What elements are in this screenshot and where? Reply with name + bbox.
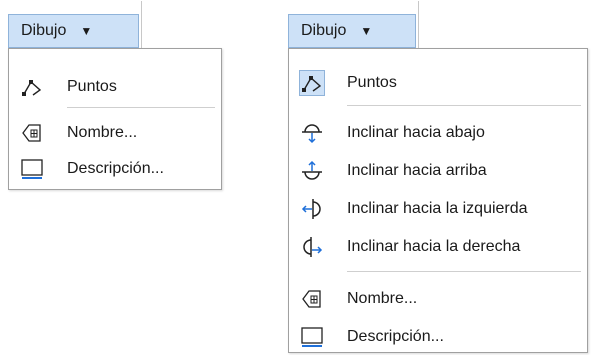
description-icon — [299, 324, 325, 350]
menu-separator — [67, 107, 215, 108]
menu-item-inclinar-abajo[interactable]: Inclinar hacia abajo — [289, 115, 587, 151]
menu-item-puntos[interactable]: Puntos — [9, 69, 221, 105]
glue-up-icon — [299, 158, 325, 184]
menu-item-label: Descripción... — [347, 328, 444, 345]
menu-separator — [347, 271, 581, 272]
menu-item-descripcion[interactable]: Descripción... — [289, 319, 587, 355]
menu-item-puntos[interactable]: Puntos — [289, 65, 587, 101]
dibujo-menu-label: Dibujo — [301, 22, 347, 39]
menu-item-label: Nombre... — [67, 124, 138, 141]
chevron-down-icon: ▼ — [80, 24, 93, 38]
dibujo-menu-label: Dibujo — [21, 22, 67, 39]
menu-item-label: Inclinar hacia la izquierda — [347, 200, 528, 217]
name-icon — [299, 286, 325, 312]
dibujo-dropdown: Puntos Inclinar hacia abajo Inclinar hac… — [288, 48, 588, 353]
points-icon — [19, 74, 45, 100]
menu-item-label: Nombre... — [347, 290, 418, 307]
menu-item-descripcion[interactable]: Descripción... — [9, 151, 221, 187]
description-icon — [19, 156, 45, 182]
menu-item-inclinar-izquierda[interactable]: Inclinar hacia la izquierda — [289, 191, 587, 227]
menu-item-nombre[interactable]: Nombre... — [9, 115, 221, 151]
menu-item-label: Inclinar hacia abajo — [347, 124, 485, 141]
menu-item-nombre[interactable]: Nombre... — [289, 281, 587, 317]
dibujo-menu-button[interactable]: Dibujo ▼ — [288, 1, 419, 49]
dibujo-dropdown: Puntos Nombre... Descripción... — [8, 48, 222, 190]
dibujo-menu-button[interactable]: Dibujo ▼ — [8, 1, 142, 49]
glue-down-icon — [299, 120, 325, 146]
menu-separator — [347, 105, 581, 106]
menu-item-inclinar-arriba[interactable]: Inclinar hacia arriba — [289, 153, 587, 189]
menu-item-inclinar-derecha[interactable]: Inclinar hacia la derecha — [289, 229, 587, 265]
chevron-down-icon: ▼ — [360, 24, 373, 38]
menu-item-label: Descripción... — [67, 160, 164, 177]
menu-item-label: Puntos — [67, 78, 117, 95]
menu-item-label: Inclinar hacia la derecha — [347, 238, 521, 255]
points-icon — [299, 70, 325, 96]
glue-left-icon — [299, 196, 325, 222]
glue-right-icon — [299, 234, 325, 260]
menu-item-label: Inclinar hacia arriba — [347, 162, 487, 179]
name-icon — [19, 120, 45, 146]
menu-item-label: Puntos — [347, 74, 397, 91]
